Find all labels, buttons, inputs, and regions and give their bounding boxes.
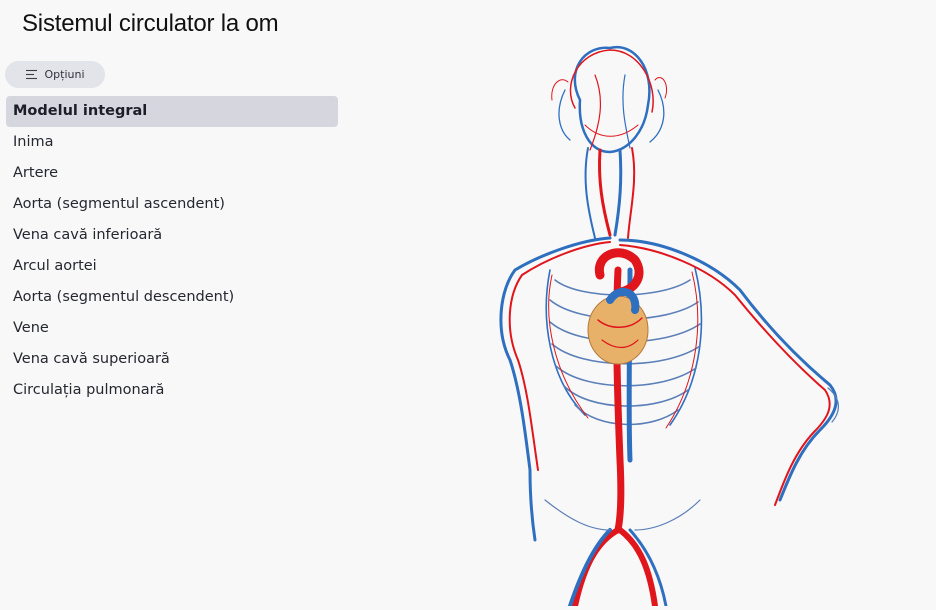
model-part-list: Modelul integral Inima Artere Aorta (seg… [6,96,338,406]
menu-item-vene[interactable]: Vene [6,313,338,344]
options-label: Opțiuni [44,68,85,81]
menu-item-inima[interactable]: Inima [6,127,338,158]
menu-item-vena-cava-superioara[interactable]: Vena cavă superioară [6,344,338,375]
head-vessels [551,45,668,154]
page-title: Sistemul circulator la om [22,10,279,37]
menu-item-artere[interactable]: Artere [6,158,338,189]
3d-model-viewport[interactable] [470,30,870,609]
arm-vessels [499,236,839,542]
circulatory-system-model [499,45,839,609]
options-button[interactable]: Opțiuni [5,61,105,88]
menu-item-aorta-ascendent[interactable]: Aorta (segmentul ascendent) [6,189,338,220]
menu-item-modelul-integral[interactable]: Modelul integral [6,96,338,127]
neck-vessels [584,147,636,239]
menu-item-arcul-aortei[interactable]: Arcul aortei [6,251,338,282]
menu-item-circulatia-pulmonara[interactable]: Circulația pulmonară [6,375,338,406]
menu-item-aorta-descendent[interactable]: Aorta (segmentul descendent) [6,282,338,313]
menu-item-vena-cava-inferioara[interactable]: Vena cavă inferioară [6,220,338,251]
menu-lines-icon [25,69,38,80]
